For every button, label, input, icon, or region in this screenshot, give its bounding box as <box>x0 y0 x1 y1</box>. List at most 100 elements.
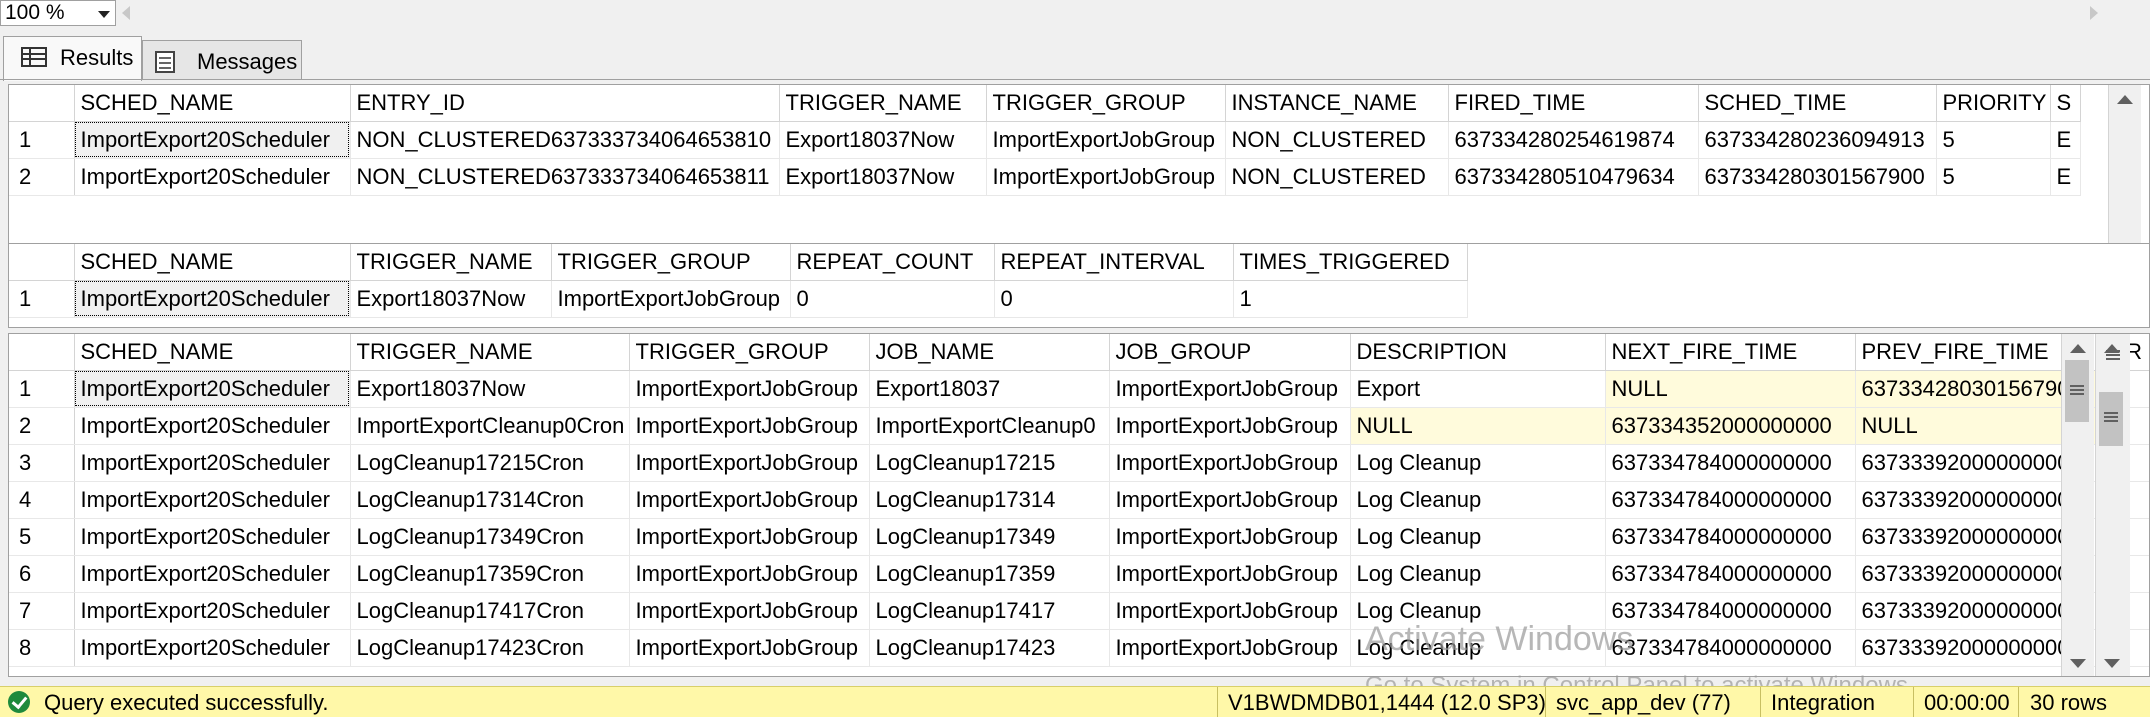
grid3-scroll-thumb[interactable] <box>2065 360 2089 422</box>
table-cell[interactable]: 0 <box>994 280 1234 318</box>
table-cell[interactable]: Export18037Now <box>350 280 552 318</box>
table-cell[interactable]: Log Cleanup <box>1350 481 1606 519</box>
table-cell[interactable]: LogCleanup17417Cron <box>350 592 630 630</box>
editor-horizontal-scrollbar[interactable] <box>118 0 2108 24</box>
table-cell[interactable]: 637334784000000000 <box>1605 555 1856 593</box>
table-cell[interactable]: Export18037Now <box>350 370 630 408</box>
column-header[interactable]: TIMES_TRIGGERED <box>1233 244 1468 281</box>
table-cell[interactable]: 637334280254619874 <box>1448 121 1699 159</box>
result-grid-3[interactable]: SCHED_NAME TRIGGER_NAME TRIGGER_GROUP JOB_N… <box>8 333 2150 677</box>
table-cell[interactable]: ImportExportJobGroup <box>1109 629 1351 667</box>
table-cell[interactable]: ImportExportJobGroup <box>1109 555 1351 593</box>
outer-vertical-scrollbar[interactable] <box>2095 334 2130 676</box>
column-header[interactable]: DESCRIPTION <box>1350 334 1606 371</box>
row-number[interactable]: 7 <box>9 592 75 630</box>
table-cell[interactable]: LogCleanup17314 <box>869 481 1110 519</box>
table-cell[interactable]: 637334784000000000 <box>1605 444 1856 482</box>
table-cell[interactable]: ImportExportJobGroup <box>629 444 870 482</box>
table-cell[interactable]: ImportExport20Scheduler <box>74 444 351 482</box>
column-header[interactable]: JOB_NAME <box>869 334 1110 371</box>
table-cell[interactable]: Export18037 <box>869 370 1110 408</box>
table-cell[interactable]: 637334784000000000 <box>1605 481 1856 519</box>
table-cell[interactable]: Log Cleanup <box>1350 555 1606 593</box>
table-row[interactable]: 4 ImportExport20Scheduler LogCleanup17314C… <box>9 481 2149 519</box>
scroll-right-icon[interactable] <box>2090 6 2098 20</box>
table-cell[interactable]: ImportExport20Scheduler <box>74 280 351 318</box>
table-cell[interactable]: ImportExport20Scheduler <box>74 518 351 556</box>
column-header[interactable]: SCHED_TIME <box>1698 85 1937 122</box>
table-cell[interactable]: ImportExportJobGroup <box>1109 592 1351 630</box>
scroll-up-icon[interactable] <box>2117 95 2133 104</box>
table-cell[interactable]: LogCleanup17349Cron <box>350 518 630 556</box>
table-cell[interactable]: NON_CLUSTERED <box>1225 121 1449 159</box>
table-cell[interactable]: E <box>2050 158 2081 196</box>
scroll-left-icon[interactable] <box>122 6 130 20</box>
table-row[interactable]: 7 ImportExport20Scheduler LogCleanup17417C… <box>9 592 2149 630</box>
table-row[interactable]: 3 ImportExport20Scheduler LogCleanup17215C… <box>9 444 2149 482</box>
table-cell[interactable]: Export18037Now <box>779 121 987 159</box>
column-header[interactable]: TRIGGER_NAME <box>350 334 630 371</box>
row-number[interactable]: 2 <box>9 407 75 445</box>
row-number[interactable]: 1 <box>9 121 75 159</box>
result-grid-2[interactable]: SCHED_NAME TRIGGER_NAME TRIGGER_GROUP REPEA… <box>8 243 2150 328</box>
table-cell[interactable]: 637334784000000000 <box>1605 592 1856 630</box>
table-cell[interactable]: ImportExport20Scheduler <box>74 481 351 519</box>
table-cell[interactable]: ImportExportJobGroup <box>1109 518 1351 556</box>
table-cell[interactable]: ImportExport20Scheduler <box>74 629 351 667</box>
table-cell[interactable]: ImportExportJobGroup <box>629 370 870 408</box>
table-cell[interactable]: ImportExport20Scheduler <box>74 555 351 593</box>
table-cell[interactable]: ImportExport20Scheduler <box>74 370 351 408</box>
table-cell[interactable]: NON_CLUSTERED637333734064653811 <box>350 158 780 196</box>
column-header[interactable]: TRIGGER_GROUP <box>551 244 791 281</box>
table-cell[interactable]: NON_CLUSTERED637333734064653810 <box>350 121 780 159</box>
table-cell[interactable]: LogCleanup17215Cron <box>350 444 630 482</box>
scroll-down-icon[interactable] <box>2104 659 2120 668</box>
column-header[interactable]: S <box>2050 85 2081 122</box>
column-header[interactable]: JOB_GROUP <box>1109 334 1351 371</box>
corner-cell[interactable] <box>9 244 75 281</box>
table-cell[interactable]: ImportExportJobGroup <box>1109 481 1351 519</box>
table-cell[interactable]: ImportExportJobGroup <box>986 121 1226 159</box>
table-cell[interactable]: ImportExportJobGroup <box>986 158 1226 196</box>
table-cell[interactable]: ImportExportJobGroup <box>551 280 791 318</box>
table-cell[interactable]: 637334352000000000 <box>1605 407 1856 445</box>
table-cell[interactable]: LogCleanup17423Cron <box>350 629 630 667</box>
row-number[interactable]: 6 <box>9 555 75 593</box>
outer-scroll-thumb[interactable] <box>2099 392 2123 446</box>
tab-messages[interactable]: Messages <box>142 40 302 79</box>
column-header[interactable]: SCHED_NAME <box>74 85 351 122</box>
table-cell[interactable]: 5 <box>1936 121 2051 159</box>
table-cell[interactable]: LogCleanup17314Cron <box>350 481 630 519</box>
row-number[interactable]: 4 <box>9 481 75 519</box>
table-cell[interactable]: ImportExportJobGroup <box>629 555 870 593</box>
chevron-down-icon[interactable] <box>98 11 110 18</box>
column-header[interactable]: REPEAT_INTERVAL <box>994 244 1234 281</box>
column-header[interactable]: INSTANCE_NAME <box>1225 85 1449 122</box>
table-cell[interactable]: LogCleanup17359 <box>869 555 1110 593</box>
table-cell[interactable]: 5 <box>1936 158 2051 196</box>
table-cell[interactable]: Log Cleanup <box>1350 518 1606 556</box>
table-cell[interactable]: 0 <box>790 280 995 318</box>
table-cell[interactable]: ImportExportJobGroup <box>629 518 870 556</box>
column-header[interactable]: TRIGGER_GROUP <box>629 334 870 371</box>
column-header[interactable]: PRIORITY <box>1936 85 2051 122</box>
table-cell[interactable]: ImportExportJobGroup <box>1109 407 1351 445</box>
row-number[interactable]: 3 <box>9 444 75 482</box>
zoom-select[interactable]: 100 % <box>0 0 116 26</box>
column-header[interactable]: TRIGGER_NAME <box>779 85 987 122</box>
table-cell[interactable]: ImportExport20Scheduler <box>74 592 351 630</box>
column-header[interactable]: TRIGGER_GROUP <box>986 85 1226 122</box>
table-row[interactable]: 1 ImportExport20Scheduler NON_CLUSTERED637… <box>9 121 2081 159</box>
row-number[interactable]: 2 <box>9 158 75 196</box>
corner-cell[interactable] <box>9 334 75 371</box>
table-row[interactable]: 8 ImportExport20Scheduler LogCleanup17423C… <box>9 629 2149 667</box>
table-cell[interactable]: ImportExportJobGroup <box>629 481 870 519</box>
table-cell[interactable]: 637334784000000000 <box>1605 518 1856 556</box>
table-cell[interactable]: LogCleanup17417 <box>869 592 1110 630</box>
table-cell[interactable]: ImportExportJobGroup <box>629 407 870 445</box>
column-header[interactable]: NEXT_FIRE_TIME <box>1605 334 1856 371</box>
table-row[interactable]: 1 ImportExport20Scheduler Export18037Now Im… <box>9 280 1468 318</box>
column-header[interactable]: ENTRY_ID <box>350 85 780 122</box>
scroll-up-icon[interactable] <box>2070 344 2086 353</box>
table-cell[interactable]: LogCleanup17215 <box>869 444 1110 482</box>
